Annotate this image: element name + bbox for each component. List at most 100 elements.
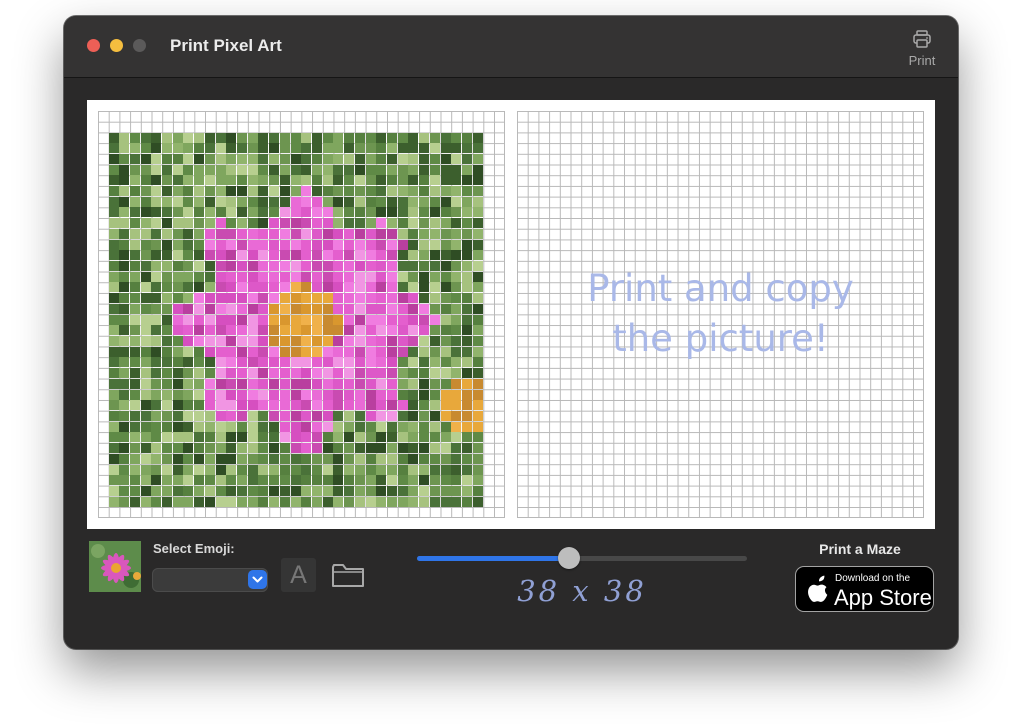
pixel-cell <box>226 475 237 486</box>
pixel-cell <box>397 335 408 346</box>
pixel-cell <box>237 378 248 389</box>
pixel-cell <box>194 239 205 250</box>
pixel-cell <box>237 175 248 186</box>
pixel-cell <box>183 410 194 421</box>
print-button[interactable]: Print <box>902 29 942 68</box>
pixel-cell <box>354 282 365 293</box>
pixel-cell <box>108 432 119 443</box>
pixel-cell <box>290 293 301 304</box>
pixel-cell <box>344 303 355 314</box>
pixel-cell <box>440 443 451 454</box>
pixel-cell <box>322 357 333 368</box>
pixel-cell <box>119 368 130 379</box>
window-close-button[interactable] <box>87 39 100 52</box>
pixel-cell <box>344 378 355 389</box>
pixel-cell <box>119 410 130 421</box>
pixel-cell <box>258 303 269 314</box>
pixel-cell <box>162 271 173 282</box>
pixel-cell <box>140 175 151 186</box>
pixel-cell <box>472 346 483 357</box>
pixel-cell <box>429 164 440 175</box>
pixel-cell <box>397 261 408 272</box>
pixel-cell <box>333 485 344 496</box>
grid-size-slider[interactable] <box>417 546 747 570</box>
pixel-cell <box>451 218 462 229</box>
pixel-cell <box>247 325 258 336</box>
pixel-cell <box>311 421 322 432</box>
pixel-cell <box>397 475 408 486</box>
window-zoom-button[interactable] <box>133 39 146 52</box>
pixel-cell <box>397 218 408 229</box>
pixel-cell <box>408 282 419 293</box>
pixel-cell <box>269 143 280 154</box>
pixel-cell <box>333 368 344 379</box>
pixel-cell <box>129 485 140 496</box>
pixel-cell <box>140 475 151 486</box>
pixel-cell <box>162 485 173 496</box>
pixel-cell <box>386 357 397 368</box>
pixel-cell <box>311 186 322 197</box>
pixel-cell <box>397 143 408 154</box>
pixel-cell <box>183 132 194 143</box>
pixel-cell <box>451 453 462 464</box>
pixel-cell <box>226 314 237 325</box>
pixel-cell <box>258 410 269 421</box>
pixel-cell <box>397 314 408 325</box>
pixel-cell <box>386 261 397 272</box>
pixel-cell <box>215 389 226 400</box>
pixel-cell <box>258 485 269 496</box>
pixel-cell <box>151 314 162 325</box>
pixel-cell <box>290 132 301 143</box>
pixel-cell <box>354 325 365 336</box>
emoji-select[interactable] <box>152 568 268 592</box>
pixel-cell <box>408 314 419 325</box>
pixel-cell <box>194 196 205 207</box>
pixel-cell <box>322 389 333 400</box>
pixel-cell <box>172 453 183 464</box>
pixel-cell <box>140 325 151 336</box>
pixel-cell <box>365 164 376 175</box>
text-emoji-button[interactable]: A <box>281 558 316 592</box>
pixel-cell <box>365 325 376 336</box>
app-store-badge[interactable]: Download on the App Store <box>796 567 933 611</box>
pixel-cell <box>419 293 430 304</box>
pixel-cell <box>290 196 301 207</box>
pixel-cell <box>365 153 376 164</box>
pixel-cell <box>279 464 290 475</box>
pixel-cell <box>119 464 130 475</box>
pixel-cell <box>408 475 419 486</box>
pixel-cell <box>204 228 215 239</box>
pixel-cell <box>472 143 483 154</box>
pixel-cell <box>311 410 322 421</box>
pixel-cell <box>440 261 451 272</box>
pixel-cell <box>108 368 119 379</box>
pixel-cell <box>279 143 290 154</box>
pixel-cell <box>140 282 151 293</box>
pixel-cell <box>386 228 397 239</box>
pixel-cell <box>354 389 365 400</box>
pixel-cell <box>237 400 248 411</box>
pixel-cell <box>354 314 365 325</box>
pixel-cell <box>333 314 344 325</box>
pixel-cell <box>108 475 119 486</box>
pixel-cell <box>151 432 162 443</box>
pixel-cell <box>301 453 312 464</box>
pixel-cell <box>429 186 440 197</box>
pixel-cell <box>279 239 290 250</box>
pixel-cell <box>204 282 215 293</box>
window-minimize-button[interactable] <box>110 39 123 52</box>
slider-thumb[interactable] <box>557 547 580 569</box>
chevron-down-icon[interactable] <box>248 570 267 589</box>
pixel-cell <box>129 303 140 314</box>
pixel-cell <box>344 196 355 207</box>
pixel-cell <box>451 261 462 272</box>
pixel-cell <box>247 186 258 197</box>
pixel-cell <box>108 378 119 389</box>
pixel-cell <box>269 175 280 186</box>
pixel-cell <box>386 196 397 207</box>
pixel-cell <box>451 378 462 389</box>
open-file-button[interactable] <box>330 560 366 590</box>
pixel-cell <box>269 357 280 368</box>
pixel-cell <box>183 421 194 432</box>
pixel-cell <box>451 293 462 304</box>
